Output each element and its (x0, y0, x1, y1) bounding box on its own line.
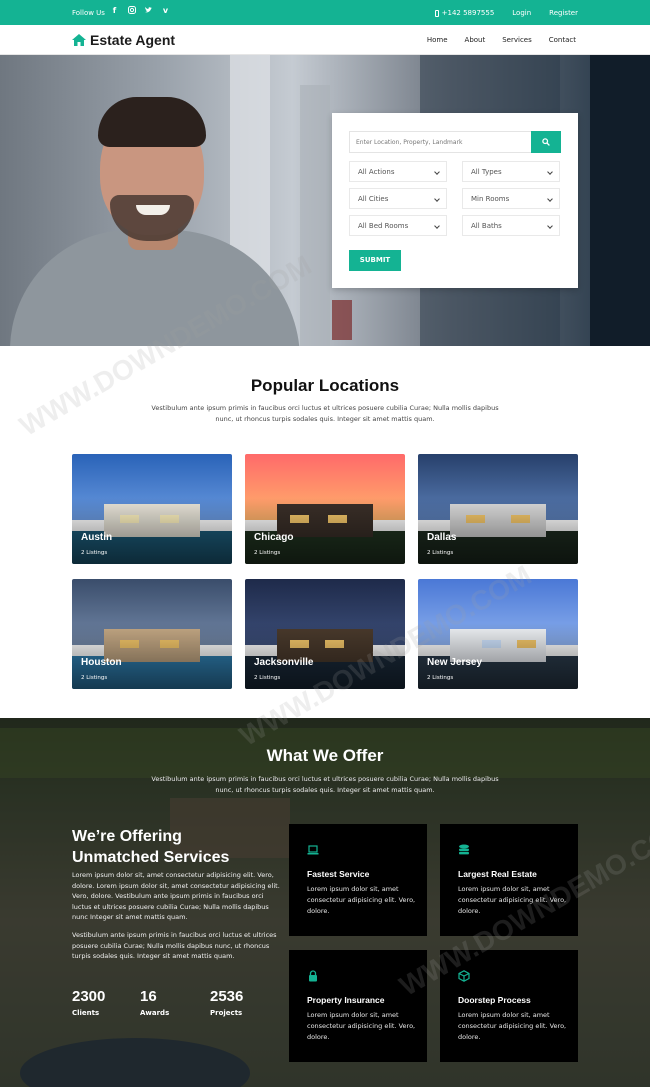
brand-logo[interactable]: Estate Agent (72, 32, 175, 48)
location-card-austin[interactable]: Austin 2 Listings (72, 454, 232, 564)
chevron-down-icon (547, 169, 553, 175)
search-input[interactable]: Enter Location, Property, Landmark (349, 131, 532, 153)
types-select[interactable]: All Types (462, 161, 560, 182)
stat-projects: 2536 Projects (210, 988, 244, 1017)
baths-select[interactable]: All Baths (462, 215, 560, 236)
service-card-doorstep[interactable]: Doorstep Process Lorem ipsum dolor sit, … (440, 950, 578, 1062)
stat-awards: 16 Awards (140, 988, 170, 1017)
search-icon (542, 138, 550, 146)
service-card-fastest[interactable]: Fastest Service Lorem ipsum dolor sit, a… (289, 824, 427, 936)
cube-icon (458, 970, 470, 982)
location-card-new-jersey[interactable]: New Jersey 2 Listings (418, 579, 578, 689)
nav-item-home[interactable]: Home (427, 36, 448, 44)
chevron-down-icon (547, 223, 553, 229)
instagram-icon[interactable] (127, 6, 136, 16)
what-we-offer-section: What We Offer Vestibulum ante ipsum prim… (0, 718, 650, 1087)
location-card-jacksonville[interactable]: Jacksonville 2 Listings (245, 579, 405, 689)
location-name: Jacksonville (254, 657, 314, 668)
mobile-phone-icon (434, 9, 439, 17)
database-icon (459, 844, 469, 855)
listing-count: 2 Listings (254, 675, 281, 681)
phone-number[interactable]: +142 5897555 (434, 9, 494, 17)
lock-icon (309, 970, 317, 982)
listing-count: 2 Listings (427, 550, 454, 556)
services-paragraph-2: Vestibulum ante ipsum primis in faucibus… (72, 931, 277, 960)
nav-item-contact[interactable]: Contact (549, 36, 576, 44)
stat-clients: 2300 Clients (72, 988, 106, 1017)
main-navbar: Estate Agent Home About Services Contact (0, 25, 650, 55)
listing-count: 2 Listings (254, 550, 281, 556)
vimeo-icon[interactable]: v (161, 6, 170, 16)
cities-select[interactable]: All Cities (349, 188, 447, 209)
chevron-down-icon (547, 196, 553, 202)
listing-count: 2 Listings (81, 550, 108, 556)
bedrooms-select[interactable]: All Bed Rooms (349, 215, 447, 236)
listing-count: 2 Listings (427, 675, 454, 681)
popular-locations-subtitle: Vestibulum ante ipsum primis in faucibus… (151, 404, 499, 423)
listing-count: 2 Listings (81, 675, 108, 681)
location-name: Chicago (254, 532, 294, 543)
location-card-houston[interactable]: Houston 2 Listings (72, 579, 232, 689)
location-name: Houston (81, 657, 122, 668)
location-card-dallas[interactable]: Dallas 2 Listings (418, 454, 578, 564)
home-icon (72, 34, 86, 46)
twitter-icon[interactable] (144, 6, 153, 16)
submit-button[interactable]: SUBMIT (349, 250, 401, 271)
services-heading: We’re Offering Unmatched Services (72, 828, 230, 866)
location-name: Austin (81, 532, 113, 543)
nav-menu: Home About Services Contact (427, 36, 576, 44)
nav-item-services[interactable]: Services (502, 36, 532, 44)
login-link[interactable]: Login (512, 9, 531, 17)
service-card-largest[interactable]: Largest Real Estate Lorem ipsum dolor si… (440, 824, 578, 936)
chevron-down-icon (434, 223, 440, 229)
brand-name: Estate Agent (90, 32, 176, 48)
popular-locations-title: Popular Locations (250, 376, 400, 395)
services-paragraph-1: Lorem ipsum dolor sit, amet consectetur … (72, 871, 280, 921)
chevron-down-icon (434, 196, 440, 202)
rooms-select[interactable]: Min Rooms (462, 188, 560, 209)
hero-person-photo (0, 55, 330, 346)
top-bar: Follow Us f v +142 5897555 Login Registe… (0, 0, 650, 25)
actions-select[interactable]: All Actions (349, 161, 447, 182)
nav-item-about[interactable]: About (465, 36, 486, 44)
laptop-icon (307, 845, 319, 855)
register-link[interactable]: Register (549, 9, 578, 17)
property-search-form: Enter Location, Property, Landmark All A… (332, 113, 578, 288)
service-card-insurance[interactable]: Property Insurance Lorem ipsum dolor sit… (289, 950, 427, 1062)
location-name: New Jersey (427, 657, 483, 668)
location-card-chicago[interactable]: Chicago 2 Listings (245, 454, 405, 564)
social-links: f v (110, 6, 170, 16)
search-button[interactable] (531, 131, 561, 153)
follow-us-label: Follow Us (72, 9, 105, 17)
facebook-icon[interactable]: f (110, 6, 119, 16)
what-we-offer-subtitle: Vestibulum ante ipsum primis in faucibus… (151, 775, 499, 794)
what-we-offer-title: What We Offer (266, 746, 384, 765)
location-name: Dallas (427, 532, 457, 543)
chevron-down-icon (434, 169, 440, 175)
